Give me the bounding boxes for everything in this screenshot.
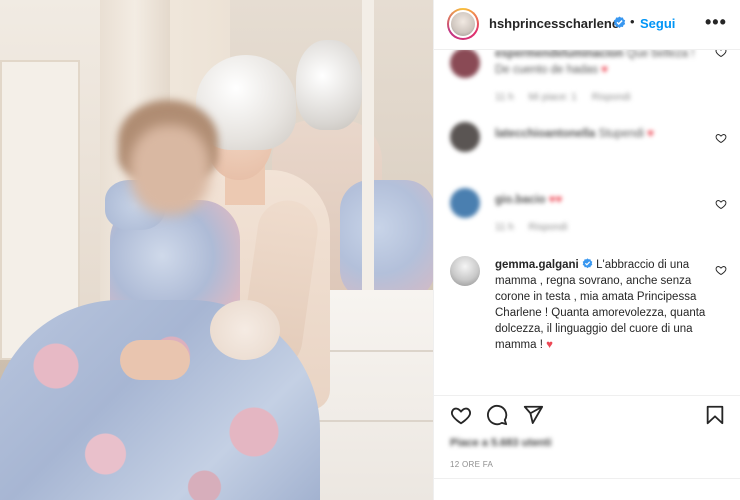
comment-username[interactable]: latecchioantonella xyxy=(495,128,595,140)
heart-emoji: ♥♥ xyxy=(548,194,563,206)
header-separator: • xyxy=(630,14,635,29)
avatar[interactable] xyxy=(450,256,480,286)
heart-icon[interactable] xyxy=(715,50,727,58)
heart-icon[interactable] xyxy=(715,198,727,210)
avatar[interactable] xyxy=(449,10,477,38)
comment-text: espermendeluminacion Que belleza ! De cu… xyxy=(495,50,705,78)
hand xyxy=(120,340,190,380)
profile-avatar-ring[interactable] xyxy=(447,8,479,40)
heart-icon[interactable] xyxy=(450,404,472,426)
comment-icon[interactable] xyxy=(486,404,508,426)
avatar[interactable] xyxy=(450,50,480,78)
comment-meta: 11 h Rispondi xyxy=(495,222,579,233)
post-timestamp: 12 ORE FA xyxy=(450,460,494,469)
reply-button[interactable]: Rispondi xyxy=(592,92,631,103)
follow-button[interactable]: Segui xyxy=(640,16,675,31)
add-comment-bar[interactable] xyxy=(434,478,740,500)
heart-icon[interactable] xyxy=(715,264,727,276)
comment-body: L'abbraccio di una mamma , regna sovrano… xyxy=(495,259,706,351)
post-header: hshprincesscharlene • Segui ••• xyxy=(434,0,740,50)
comment-username[interactable]: gio.bacio xyxy=(495,194,545,206)
comment-time: 11 h xyxy=(495,92,514,103)
more-options-button[interactable]: ••• xyxy=(705,12,727,33)
child-face-blurred xyxy=(130,125,210,215)
avatar[interactable] xyxy=(450,188,480,218)
mirror-reflection-dress xyxy=(340,180,433,300)
heart-emoji: ♥ xyxy=(546,339,553,351)
heart-emoji: ♥ xyxy=(647,128,654,140)
bookmark-icon[interactable] xyxy=(704,404,726,426)
comment-username[interactable]: espermendeluminacion xyxy=(495,50,623,60)
heart-emoji: ♥ xyxy=(601,64,608,76)
comments-list[interactable]: espermendeluminacion Que belleza ! De cu… xyxy=(434,50,740,395)
verified-badge-icon xyxy=(613,16,626,28)
mirror-reflection-hair xyxy=(296,40,362,130)
post-side-panel: hshprincesscharlene • Segui ••• espermen… xyxy=(433,0,740,500)
send-icon[interactable] xyxy=(522,404,544,426)
post-action-bar xyxy=(434,395,740,435)
mirror-frame xyxy=(362,0,374,330)
heart-icon[interactable] xyxy=(715,132,727,144)
comment-time: 11 h xyxy=(495,222,514,233)
comment-likes[interactable]: Mi piace: 1 xyxy=(529,92,577,103)
comment-meta: 11 h Mi piace: 1 Rispondi xyxy=(495,92,643,103)
verified-badge-icon xyxy=(582,258,593,269)
comment-username[interactable]: gemma.galgani xyxy=(495,259,579,271)
comment-text: gio.bacio ♥♥ xyxy=(495,192,705,208)
likes-count[interactable]: Piace a 5.683 utenti xyxy=(450,437,552,449)
post-photo[interactable] xyxy=(0,0,433,500)
comment-body: Stupendi xyxy=(598,128,644,140)
reply-button[interactable]: Rispondi xyxy=(529,222,568,233)
avatar[interactable] xyxy=(450,122,480,152)
sleeve-ruffle xyxy=(210,300,280,360)
author-username[interactable]: hshprincesscharlene xyxy=(489,16,619,31)
comment-text: latecchioantonella Stupendi ♥ xyxy=(495,126,705,142)
comment-text: gemma.galgani L'abbraccio di una mamma ,… xyxy=(495,257,707,353)
